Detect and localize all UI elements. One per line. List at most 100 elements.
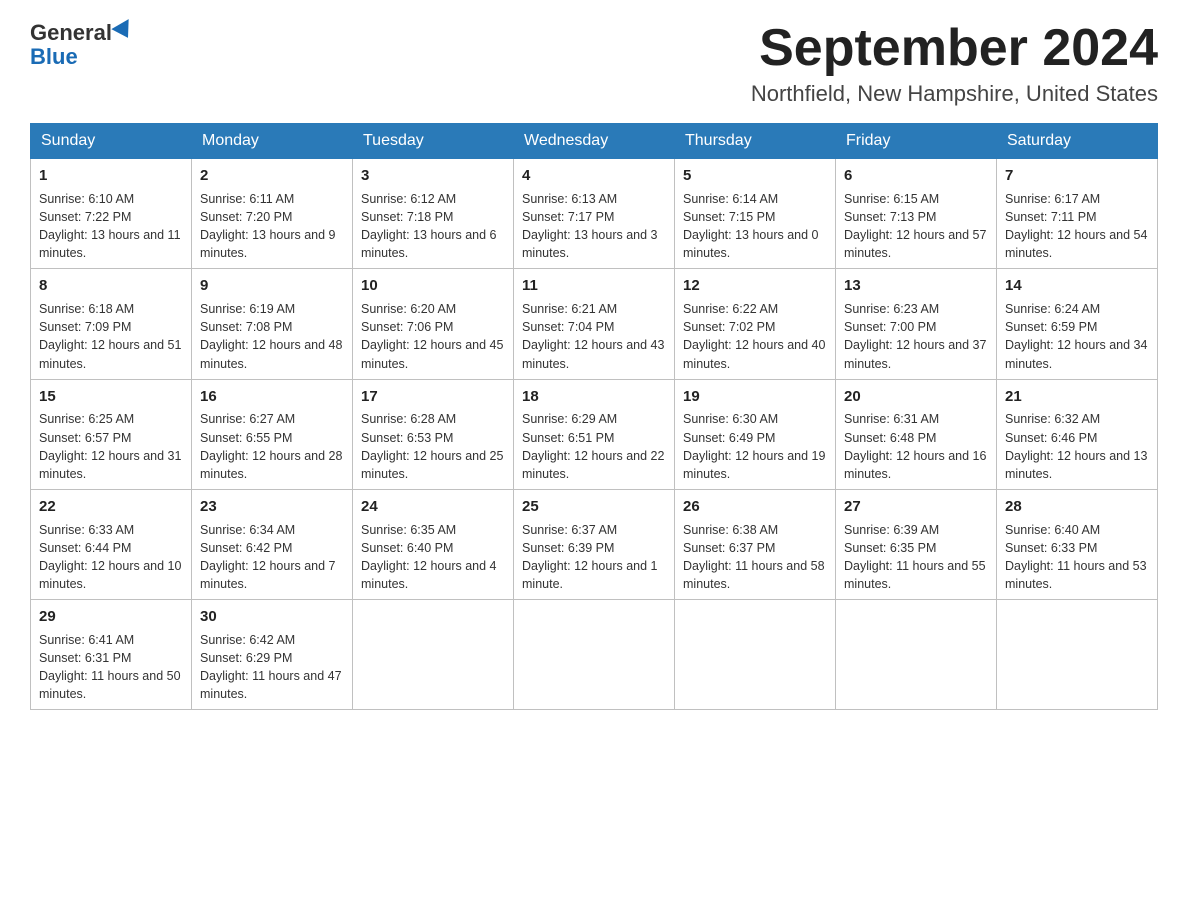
day-cell: 22 Sunrise: 6:33 AMSunset: 6:44 PMDayligh… xyxy=(31,489,192,599)
day-info: Sunrise: 6:34 AMSunset: 6:42 PMDaylight:… xyxy=(200,521,344,594)
col-monday: Monday xyxy=(192,124,353,159)
day-info: Sunrise: 6:17 AMSunset: 7:11 PMDaylight:… xyxy=(1005,190,1149,263)
logo-general-text: General xyxy=(30,20,112,46)
day-cell: 7 Sunrise: 6:17 AMSunset: 7:11 PMDaylight… xyxy=(997,159,1158,269)
day-info: Sunrise: 6:25 AMSunset: 6:57 PMDaylight:… xyxy=(39,410,183,483)
col-friday: Friday xyxy=(836,124,997,159)
day-info: Sunrise: 6:19 AMSunset: 7:08 PMDaylight:… xyxy=(200,300,344,373)
day-cell: 24 Sunrise: 6:35 AMSunset: 6:40 PMDayligh… xyxy=(353,489,514,599)
day-cell: 18Sunrise: 6:29 AMSunset: 6:51 PMDayligh… xyxy=(514,379,675,489)
day-info: Sunrise: 6:41 AMSunset: 6:31 PMDaylight:… xyxy=(39,631,183,704)
col-wednesday: Wednesday xyxy=(514,124,675,159)
day-cell: 16Sunrise: 6:27 AMSunset: 6:55 PMDayligh… xyxy=(192,379,353,489)
logo-triangle-icon xyxy=(111,19,136,43)
day-cell: 3 Sunrise: 6:12 AMSunset: 7:18 PMDaylight… xyxy=(353,159,514,269)
day-cell: 25 Sunrise: 6:37 AMSunset: 6:39 PMDayligh… xyxy=(514,489,675,599)
day-cell: 15Sunrise: 6:25 AMSunset: 6:57 PMDayligh… xyxy=(31,379,192,489)
day-info: Sunrise: 6:18 AMSunset: 7:09 PMDaylight:… xyxy=(39,300,183,373)
day-number: 27 xyxy=(844,496,988,518)
day-info: Sunrise: 6:28 AMSunset: 6:53 PMDaylight:… xyxy=(361,410,505,483)
day-number: 3 xyxy=(361,165,505,187)
day-cell: 17Sunrise: 6:28 AMSunset: 6:53 PMDayligh… xyxy=(353,379,514,489)
day-info: Sunrise: 6:31 AMSunset: 6:48 PMDaylight:… xyxy=(844,410,988,483)
day-info: Sunrise: 6:24 AMSunset: 6:59 PMDaylight:… xyxy=(1005,300,1149,373)
location-title: Northfield, New Hampshire, United States xyxy=(751,81,1158,107)
day-info: Sunrise: 6:15 AMSunset: 7:13 PMDaylight:… xyxy=(844,190,988,263)
day-info: Sunrise: 6:39 AMSunset: 6:35 PMDaylight:… xyxy=(844,521,988,594)
day-cell xyxy=(675,600,836,710)
title-area: September 2024 Northfield, New Hampshire… xyxy=(751,20,1158,107)
day-info: Sunrise: 6:22 AMSunset: 7:02 PMDaylight:… xyxy=(683,300,827,373)
day-number: 21 xyxy=(1005,386,1149,408)
day-cell: 21Sunrise: 6:32 AMSunset: 6:46 PMDayligh… xyxy=(997,379,1158,489)
logo-blue-text: Blue xyxy=(30,44,78,69)
day-number: 13 xyxy=(844,275,988,297)
day-cell: 30Sunrise: 6:42 AMSunset: 6:29 PMDayligh… xyxy=(192,600,353,710)
day-cell: 29 Sunrise: 6:41 AMSunset: 6:31 PMDayligh… xyxy=(31,600,192,710)
day-info: Sunrise: 6:10 AMSunset: 7:22 PMDaylight:… xyxy=(39,190,183,263)
day-cell: 19Sunrise: 6:30 AMSunset: 6:49 PMDayligh… xyxy=(675,379,836,489)
day-number: 10 xyxy=(361,275,505,297)
day-number: 18 xyxy=(522,386,666,408)
day-number: 7 xyxy=(1005,165,1149,187)
day-number: 17 xyxy=(361,386,505,408)
day-cell: 6 Sunrise: 6:15 AMSunset: 7:13 PMDaylight… xyxy=(836,159,997,269)
day-cell: 8Sunrise: 6:18 AMSunset: 7:09 PMDaylight… xyxy=(31,269,192,379)
col-saturday: Saturday xyxy=(997,124,1158,159)
day-number: 28 xyxy=(1005,496,1149,518)
day-number: 16 xyxy=(200,386,344,408)
day-number: 30 xyxy=(200,606,344,628)
day-info: Sunrise: 6:14 AMSunset: 7:15 PMDaylight:… xyxy=(683,190,827,263)
calendar-table: Sunday Monday Tuesday Wednesday Thursday… xyxy=(30,123,1158,710)
month-title: September 2024 xyxy=(751,20,1158,77)
day-number: 26 xyxy=(683,496,827,518)
day-number: 19 xyxy=(683,386,827,408)
day-info: Sunrise: 6:23 AMSunset: 7:00 PMDaylight:… xyxy=(844,300,988,373)
day-cell xyxy=(353,600,514,710)
day-number: 23 xyxy=(200,496,344,518)
day-cell xyxy=(997,600,1158,710)
day-cell: 20Sunrise: 6:31 AMSunset: 6:48 PMDayligh… xyxy=(836,379,997,489)
header-row: Sunday Monday Tuesday Wednesday Thursday… xyxy=(31,124,1158,159)
day-cell: 2Sunrise: 6:11 AMSunset: 7:20 PMDaylight… xyxy=(192,159,353,269)
day-number: 4 xyxy=(522,165,666,187)
col-tuesday: Tuesday xyxy=(353,124,514,159)
day-info: Sunrise: 6:37 AMSunset: 6:39 PMDaylight:… xyxy=(522,521,666,594)
day-number: 6 xyxy=(844,165,988,187)
logo: General Blue xyxy=(30,20,136,70)
day-cell: 11 Sunrise: 6:21 AMSunset: 7:04 PMDayligh… xyxy=(514,269,675,379)
day-info: Sunrise: 6:38 AMSunset: 6:37 PMDaylight:… xyxy=(683,521,827,594)
day-cell: 5 Sunrise: 6:14 AMSunset: 7:15 PMDaylight… xyxy=(675,159,836,269)
day-cell: 26 Sunrise: 6:38 AMSunset: 6:37 PMDayligh… xyxy=(675,489,836,599)
day-number: 11 xyxy=(522,275,666,297)
day-cell: 28 Sunrise: 6:40 AMSunset: 6:33 PMDayligh… xyxy=(997,489,1158,599)
day-number: 5 xyxy=(683,165,827,187)
day-number: 12 xyxy=(683,275,827,297)
day-info: Sunrise: 6:35 AMSunset: 6:40 PMDaylight:… xyxy=(361,521,505,594)
day-number: 15 xyxy=(39,386,183,408)
day-info: Sunrise: 6:13 AMSunset: 7:17 PMDaylight:… xyxy=(522,190,666,263)
day-number: 22 xyxy=(39,496,183,518)
day-cell xyxy=(836,600,997,710)
day-number: 24 xyxy=(361,496,505,518)
day-cell: 10Sunrise: 6:20 AMSunset: 7:06 PMDayligh… xyxy=(353,269,514,379)
day-cell: 27 Sunrise: 6:39 AMSunset: 6:35 PMDayligh… xyxy=(836,489,997,599)
day-info: Sunrise: 6:29 AMSunset: 6:51 PMDaylight:… xyxy=(522,410,666,483)
day-cell: 9 Sunrise: 6:19 AMSunset: 7:08 PMDaylight… xyxy=(192,269,353,379)
week-row-5: 29 Sunrise: 6:41 AMSunset: 6:31 PMDayligh… xyxy=(31,600,1158,710)
week-row-3: 15Sunrise: 6:25 AMSunset: 6:57 PMDayligh… xyxy=(31,379,1158,489)
day-number: 25 xyxy=(522,496,666,518)
day-cell: 14 Sunrise: 6:24 AMSunset: 6:59 PMDayligh… xyxy=(997,269,1158,379)
col-sunday: Sunday xyxy=(31,124,192,159)
day-info: Sunrise: 6:40 AMSunset: 6:33 PMDaylight:… xyxy=(1005,521,1149,594)
day-number: 14 xyxy=(1005,275,1149,297)
week-row-1: 1Sunrise: 6:10 AMSunset: 7:22 PMDaylight… xyxy=(31,159,1158,269)
day-cell: 13 Sunrise: 6:23 AMSunset: 7:00 PMDayligh… xyxy=(836,269,997,379)
page-header: General Blue September 2024 Northfield, … xyxy=(30,20,1158,107)
day-number: 29 xyxy=(39,606,183,628)
day-info: Sunrise: 6:33 AMSunset: 6:44 PMDaylight:… xyxy=(39,521,183,594)
day-number: 2 xyxy=(200,165,344,187)
day-info: Sunrise: 6:12 AMSunset: 7:18 PMDaylight:… xyxy=(361,190,505,263)
day-number: 9 xyxy=(200,275,344,297)
day-info: Sunrise: 6:21 AMSunset: 7:04 PMDaylight:… xyxy=(522,300,666,373)
